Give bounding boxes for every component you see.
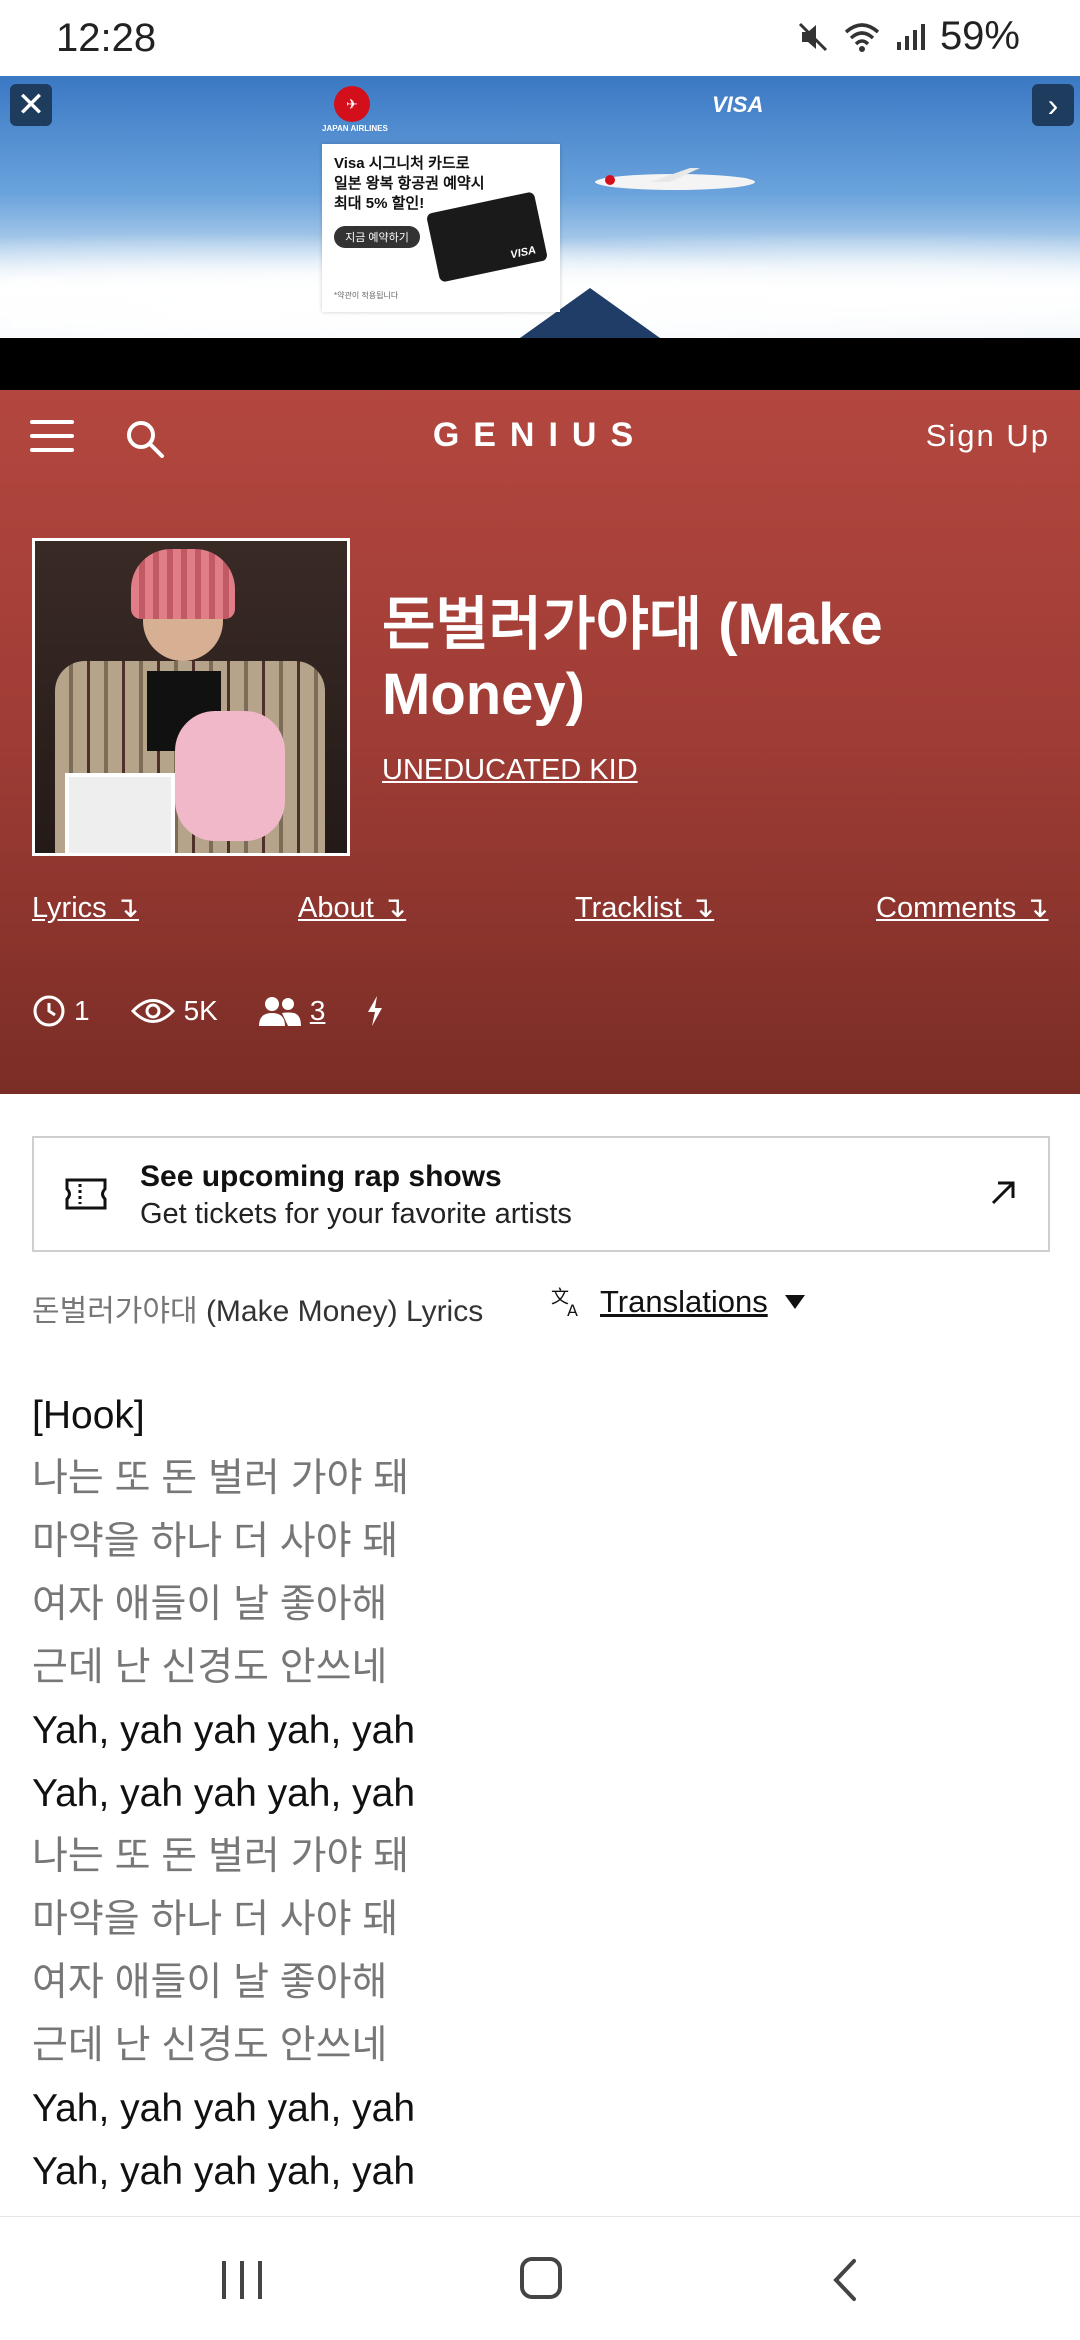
- lyric-line: 마약을 하나 더 사야 돼: [32, 1898, 399, 1941]
- translate-icon: 文 A: [551, 1287, 578, 1319]
- tab-about[interactable]: About ↴: [298, 890, 406, 925]
- contributors-count: 3: [309, 995, 326, 1026]
- ad-banner[interactable]: ✕ › i ✈ JAPAN AIRLINES VISA Visa 시그니처 카드…: [0, 76, 1080, 338]
- info-icon: i: [21, 287, 51, 317]
- ad-divider: [0, 338, 1080, 390]
- views-stat: 5K: [130, 994, 218, 1028]
- home-button[interactable]: [520, 2257, 562, 2299]
- battery-percent: 59%: [939, 14, 1020, 58]
- edits-stat[interactable]: 1: [32, 994, 90, 1028]
- lightning-icon: [368, 996, 383, 1026]
- tab-tracklist[interactable]: Tracklist ↴: [575, 890, 714, 925]
- ticket-icon: [65, 1178, 107, 1210]
- views-count: 5K: [183, 995, 218, 1026]
- lyrics-heading-rest: (Make Money) Lyrics: [197, 1295, 484, 1328]
- song-header: GENIUS Sign Up 돈벌러가야대 (Make Money) UNEDU…: [0, 390, 1080, 1094]
- lyrics-body: [Hook] 나는 또 돈 벌러 가야 돼 마약을 하나 더 사야 돼 여자 애…: [32, 1384, 1032, 2203]
- card-brand: VISA: [509, 244, 538, 262]
- svg-text:A: A: [567, 1301, 578, 1319]
- recent-bar: [240, 2261, 244, 2299]
- status-time: 12:28: [56, 16, 157, 60]
- lyric-line: 근데 난 신경도 안쓰네: [32, 1646, 388, 1689]
- wifi-icon: [844, 22, 880, 52]
- status-icons: 59%: [796, 14, 1020, 59]
- song-stats: 1 5K 3: [32, 994, 425, 1028]
- lyrics-heading: 돈벌러가야대 (Make Money) Lyrics: [32, 1286, 483, 1330]
- recent-bar: [222, 2261, 226, 2299]
- tab-comments[interactable]: Comments ↴: [876, 890, 1049, 925]
- external-arrow-icon: [991, 1181, 1015, 1205]
- lyric-line: Yah, yah yah yah, yah: [32, 1772, 416, 1815]
- eye-icon: [130, 999, 175, 1023]
- ad-next-button[interactable]: ›: [1032, 84, 1074, 126]
- lyric-line: Yah, yah yah yah, yah: [32, 2150, 416, 2193]
- clock-icon: [33, 995, 65, 1027]
- system-nav-bar: [0, 2216, 1080, 2340]
- airplane-icon: [595, 168, 755, 190]
- lyric-line: 근데 난 신경도 안쓰네: [32, 2024, 388, 2067]
- lyric-line: 나는 또 돈 벌러 가야 돼: [32, 1835, 410, 1878]
- edits-count: 1: [74, 995, 90, 1026]
- signal-icon: [896, 23, 925, 50]
- lyrics-heading-korean: 돈벌러가야대: [32, 1295, 198, 1328]
- ad-airline-label: JAPAN AIRLINES: [322, 124, 388, 133]
- upcoming-shows-card[interactable]: See upcoming rap shows Get tickets for y…: [32, 1136, 1050, 1252]
- tickets-title: See upcoming rap shows: [140, 1160, 502, 1193]
- tickets-subtitle: Get tickets for your favorite artists: [140, 1198, 572, 1230]
- lyric-line: 마약을 하나 더 사야 돼: [32, 1520, 399, 1563]
- ad-cta-button[interactable]: 지금 예약하기: [334, 226, 420, 248]
- cover-box: [65, 773, 175, 853]
- contributors-stat[interactable]: 3: [258, 994, 326, 1028]
- credit-card-image: VISA: [425, 191, 549, 283]
- artist-link[interactable]: UNEDUCATED KID: [382, 754, 638, 787]
- ad-card[interactable]: Visa 시그니처 카드로 일본 왕복 항공권 예약시 최대 5% 할인! 지금…: [322, 144, 560, 312]
- contributors-icon: [258, 997, 301, 1026]
- hot-stat: [365, 994, 385, 1028]
- caret-down-icon: [784, 1295, 805, 1309]
- status-bar: 12:28 59%: [0, 0, 1080, 76]
- ad-info-button[interactable]: i: [10, 276, 62, 328]
- genius-logo[interactable]: GENIUS: [0, 416, 1080, 455]
- lyric-line: 나는 또 돈 벌러 가야 돼: [32, 1457, 410, 1500]
- ad-card-line: 일본 왕복 항공권 예약시: [334, 175, 485, 192]
- sign-up-link[interactable]: Sign Up: [926, 418, 1050, 454]
- lyric-line: Yah, yah yah yah, yah: [32, 2087, 416, 2130]
- translations-label: Translations: [600, 1284, 768, 1319]
- tab-lyrics[interactable]: Lyrics ↴: [32, 890, 139, 925]
- lyric-section: [Hook]: [32, 1394, 145, 1437]
- ad-card-line: 최대 5% 할인!: [334, 195, 425, 212]
- cover-hair: [131, 549, 235, 619]
- back-button[interactable]: [826, 2257, 866, 2303]
- lyric-line: Yah, yah yah yah, yah: [32, 1709, 416, 1752]
- lyric-line: 여자 애들이 날 좋아해: [32, 1961, 388, 2004]
- ad-note: *약관이 적용됩니다: [334, 291, 399, 300]
- ad-card-line: Visa 시그니처 카드로: [334, 155, 470, 172]
- song-title: 돈벌러가야대 (Make Money): [382, 592, 883, 727]
- ad-close-button[interactable]: ✕: [10, 84, 52, 126]
- mute-icon: [798, 22, 827, 51]
- jal-logo-icon: ✈: [334, 86, 370, 122]
- recent-bar: [258, 2261, 262, 2299]
- cover-backpack: [175, 711, 285, 841]
- recent-apps-button[interactable]: [220, 2261, 264, 2299]
- ad-visa-logo: VISA: [712, 92, 764, 117]
- translations-dropdown[interactable]: 文 A Translations: [550, 1284, 806, 1320]
- lyric-line: 여자 애들이 날 좋아해: [32, 1583, 388, 1626]
- album-cover: [32, 538, 350, 856]
